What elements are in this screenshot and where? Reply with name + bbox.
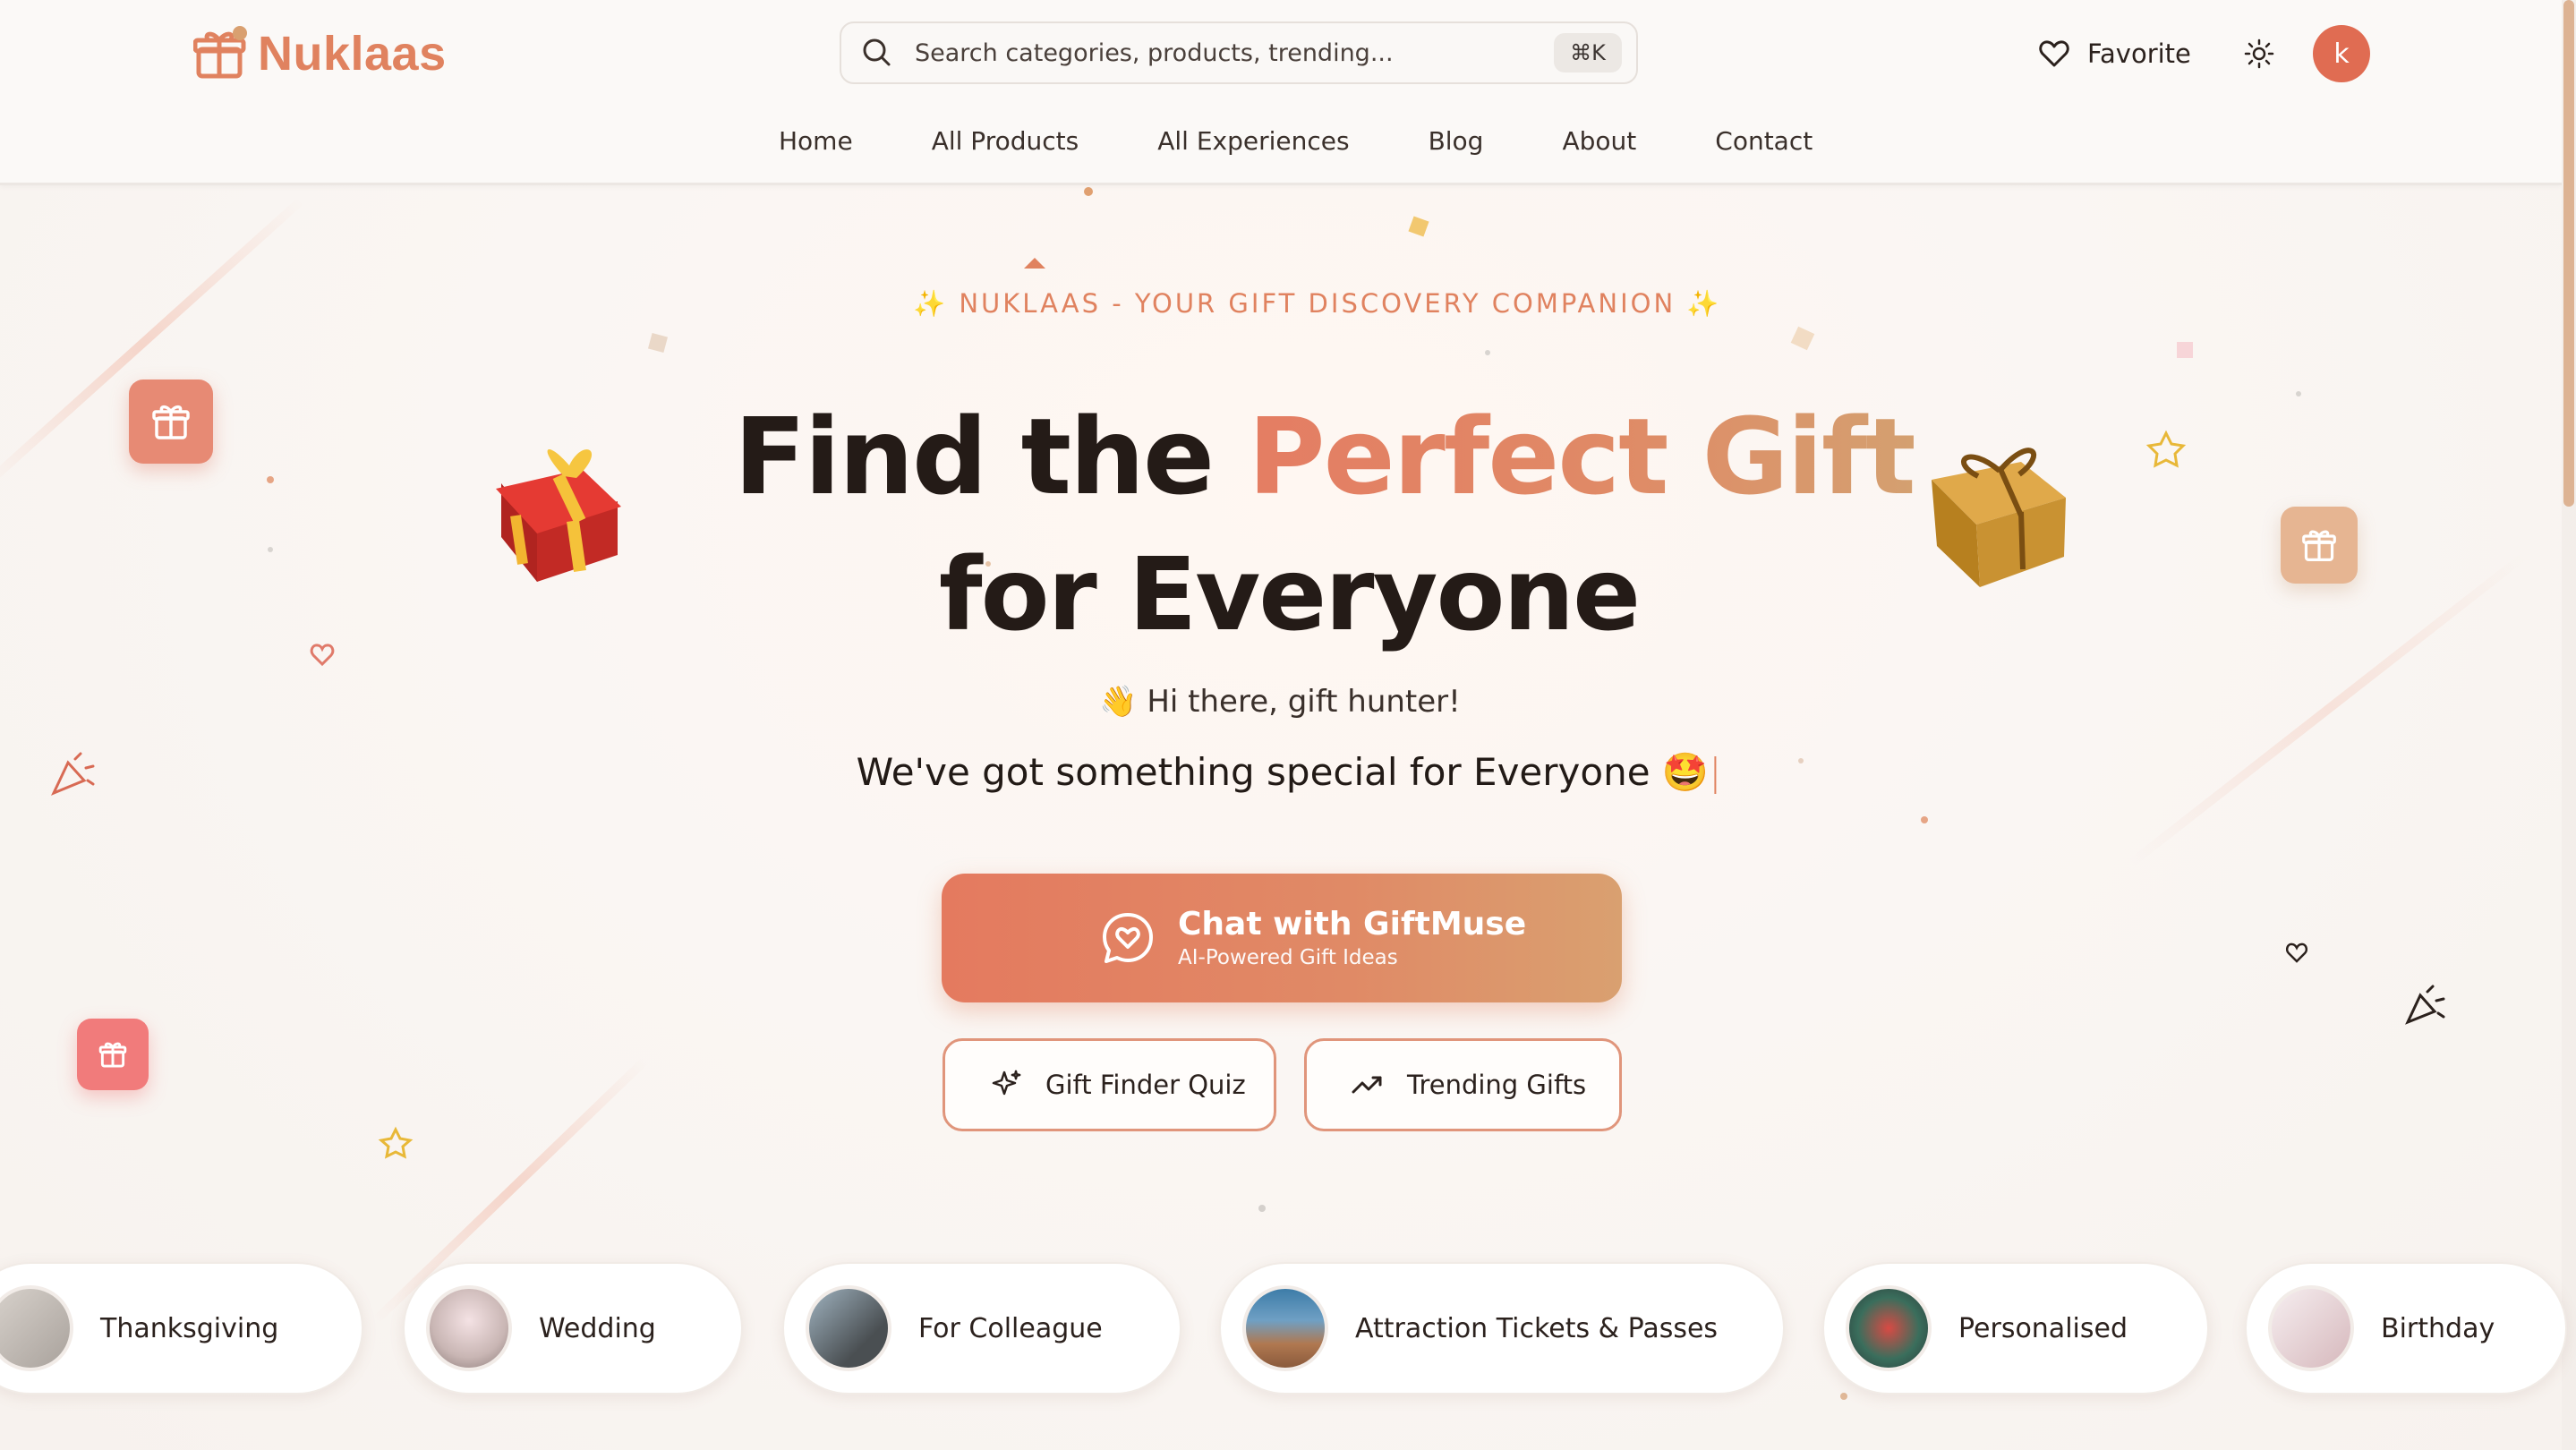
category-thumbnail <box>1846 1285 1932 1371</box>
floating-gift-tile <box>77 1019 149 1090</box>
category-chip-thanksgiving[interactable]: Thanksgiving <box>0 1262 363 1395</box>
nav-item-about[interactable]: About <box>1562 122 1636 161</box>
chat-heart-icon <box>1103 913 1153 963</box>
sun-icon <box>2244 38 2274 69</box>
main-nav: Home All Products All Experiences Blog A… <box>779 122 1813 161</box>
hero-subtitle-text: We've got something special for Everyone… <box>856 750 1710 794</box>
category-chip-for-colleague[interactable]: For Colleague <box>782 1262 1181 1395</box>
heart-icon <box>2039 40 2069 67</box>
search-shortcut-badge: ⌘K <box>1554 33 1622 72</box>
nav-item-contact[interactable]: Contact <box>1715 122 1813 161</box>
hero-tagline: ✨ NUKLAAS - YOUR GIFT DISCOVERY COMPANIO… <box>913 288 1722 319</box>
favorite-label: Favorite <box>2087 38 2191 69</box>
chat-button-subtitle: AI-Powered Gift Ideas <box>1178 946 1398 969</box>
user-avatar[interactable]: k <box>2313 25 2370 82</box>
gift-icon <box>2302 530 2336 561</box>
floating-gift-tile <box>2281 507 2358 584</box>
gift-finder-quiz-button[interactable]: Gift Finder Quiz <box>943 1038 1276 1131</box>
category-thumbnail <box>0 1285 73 1371</box>
category-chip-birthday[interactable]: Birthday <box>2245 1262 2567 1395</box>
category-chip-personalised[interactable]: Personalised <box>1822 1262 2209 1395</box>
trending-up-icon <box>1352 1076 1382 1094</box>
category-thumbnail <box>1242 1285 1328 1371</box>
theme-toggle-button[interactable] <box>2238 32 2281 75</box>
category-label: Wedding <box>539 1312 656 1344</box>
category-thumbnail <box>426 1285 512 1371</box>
category-thumbnail <box>806 1285 891 1371</box>
hero-tagline-text: NUKLAAS - YOUR GIFT DISCOVERY COMPANION <box>959 288 1676 319</box>
category-label: Birthday <box>2381 1312 2495 1344</box>
hero-subtitle: We've got something special for Everyone… <box>806 750 1772 795</box>
gift-icon <box>98 1042 127 1068</box>
brand-name: Nuklaas <box>258 27 447 81</box>
hero-greeting: 👋 Hi there, gift hunter! <box>1099 684 1461 720</box>
quiz-button-label: Gift Finder Quiz <box>1045 1070 1246 1100</box>
floating-gift-tile <box>129 380 213 464</box>
category-chip-wedding[interactable]: Wedding <box>403 1262 743 1395</box>
trending-gifts-button[interactable]: Trending Gifts <box>1304 1038 1622 1131</box>
sparkles-icon <box>992 1070 1021 1096</box>
trending-button-label: Trending Gifts <box>1407 1070 1587 1100</box>
search-bar[interactable]: ⌘K <box>840 21 1638 84</box>
red-gift-box-illustration <box>496 449 621 582</box>
category-label: For Colleague <box>918 1312 1103 1344</box>
hero-title-line2: for Everyone <box>938 537 1641 653</box>
gift-logo-icon <box>192 26 247 81</box>
category-thumbnail <box>2268 1285 2354 1371</box>
nav-item-home[interactable]: Home <box>779 122 853 161</box>
nav-item-blog[interactable]: Blog <box>1429 122 1484 161</box>
hero-title-accent: Perfect Gift <box>1248 395 1916 518</box>
typing-caret: | <box>1709 750 1722 794</box>
category-label: Thanksgiving <box>100 1312 279 1344</box>
gold-gift-box-illustration <box>1932 448 2066 587</box>
favorite-button[interactable]: Favorite <box>2039 30 2191 77</box>
category-label: Personalised <box>1958 1312 2128 1344</box>
brand-logo[interactable]: Nuklaas <box>192 21 447 86</box>
nav-item-all-experiences[interactable]: All Experiences <box>1157 122 1349 161</box>
category-label: Attraction Tickets & Passes <box>1355 1312 1719 1344</box>
gift-icon <box>152 405 190 439</box>
confetti-decoration <box>50 187 2445 1400</box>
category-chip-attraction-tickets[interactable]: Attraction Tickets & Passes <box>1219 1262 1785 1395</box>
site-header: Nuklaas ⌘K Favorite k Home All Products <box>0 0 2562 185</box>
chat-button-title: Chat with GiftMuse <box>1178 906 1527 942</box>
search-input[interactable] <box>913 38 1554 68</box>
scrollbar-thumb[interactable] <box>2563 0 2574 507</box>
search-icon <box>863 38 891 66</box>
chat-with-giftmuse-button[interactable]: Chat with GiftMuse AI-Powered Gift Ideas <box>942 874 1622 1002</box>
nav-item-all-products[interactable]: All Products <box>932 122 1079 161</box>
hero-title-plain: Find the <box>734 395 1215 518</box>
hero-title-line1: Find the Perfect Gift <box>734 394 1916 519</box>
